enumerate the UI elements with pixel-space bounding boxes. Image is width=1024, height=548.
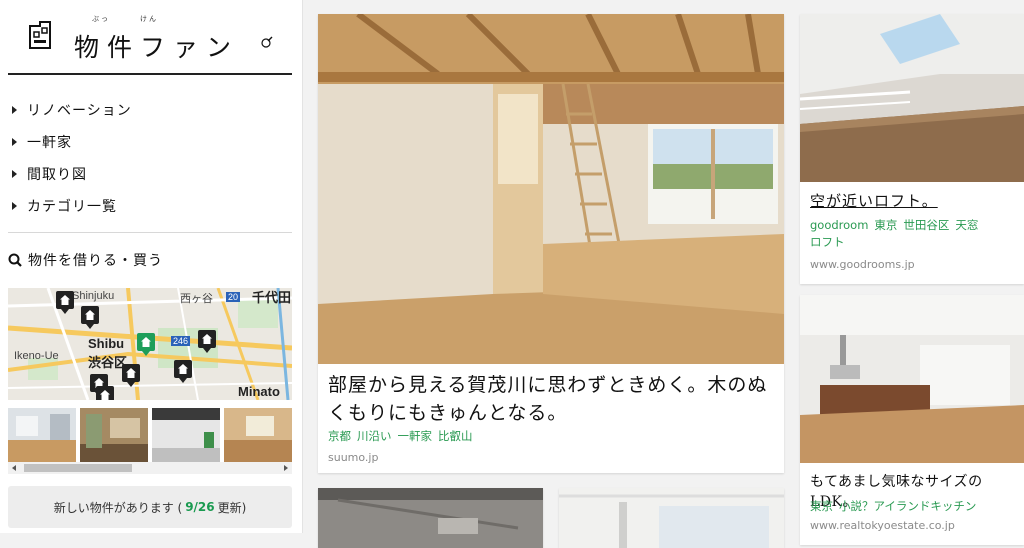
- notice-prefix: 新しい物件があります (: [53, 500, 183, 515]
- search-icon: [8, 253, 22, 267]
- property-photo: [800, 14, 1024, 182]
- property-card[interactable]: [318, 488, 543, 548]
- tag-link[interactable]: 東京: [874, 218, 897, 232]
- property-pin-icon[interactable]: [198, 330, 216, 353]
- property-photo: [559, 488, 784, 548]
- property-pin-icon[interactable]: [56, 291, 74, 314]
- tag-link[interactable]: 川沿い: [357, 429, 392, 443]
- map-label: 西ヶ谷: [180, 293, 213, 305]
- property-photo: [800, 295, 1024, 463]
- card-source: www.goodrooms.jp: [810, 258, 915, 271]
- notice-suffix: 更新): [217, 500, 247, 515]
- scrollbar-thumb[interactable]: [24, 464, 132, 472]
- logo-ruby-1: ぶっ: [92, 15, 110, 23]
- map-label: Ikeno-Ue: [14, 350, 59, 362]
- tag-link[interactable]: 天窓: [955, 218, 978, 232]
- site-logo[interactable]: ぶっ けん 物件ファン: [28, 14, 278, 62]
- property-pin-icon[interactable]: [174, 360, 192, 383]
- sidebar: ぶっ けん 物件ファン リノベーション 一軒家 間取り図 カテゴリ一覧 物件を借…: [0, 0, 303, 533]
- search-heading-label: 物件を借りる・買う: [28, 253, 163, 269]
- tag-link[interactable]: 京都: [328, 429, 351, 443]
- new-properties-notice[interactable]: 新しい物件があります ( 9/26 更新): [8, 486, 292, 528]
- nav-item-label: リノベーション: [27, 103, 132, 119]
- nav-item-house[interactable]: 一軒家: [8, 126, 292, 158]
- pen-icon: [261, 36, 273, 48]
- property-card[interactable]: 空が近いロフト。 goodroom 東京 世田谷区 天窓ロフト www.goodroo…: [800, 14, 1024, 284]
- property-card[interactable]: [559, 488, 784, 548]
- card-source: suumo.jp: [328, 451, 379, 464]
- tag-link[interactable]: 一軒家: [398, 429, 433, 443]
- tag-link[interactable]: 世田谷区: [903, 218, 949, 232]
- nav-item-label: 一軒家: [27, 135, 72, 151]
- tag-link[interactable]: 比叡山: [438, 429, 473, 443]
- thumbnail-image[interactable]: [80, 408, 148, 462]
- notice-count: 9/26: [185, 500, 215, 514]
- scroll-right-icon[interactable]: [284, 465, 288, 471]
- triangle-right-icon: [12, 202, 17, 210]
- thumbnail-scrollbar[interactable]: [8, 462, 292, 474]
- property-thumbnails: [8, 408, 292, 464]
- search-heading: 物件を借りる・買う: [8, 250, 163, 270]
- tag-link[interactable]: 小説？アイランドキッチン: [839, 499, 976, 513]
- tag-link[interactable]: goodroom: [810, 218, 868, 232]
- card-title[interactable]: 空が近いロフト。: [810, 190, 938, 211]
- property-map[interactable]: Shinjuku Shibu 渋谷区 Ikeno-Ue Minato 千代田 西…: [8, 288, 292, 400]
- map-route-badge: 20: [226, 292, 241, 302]
- tag-link[interactable]: ロフト: [810, 235, 845, 249]
- map-label: 千代田: [252, 290, 292, 305]
- card-tags: 東京 小説？アイランドキッチン: [810, 498, 982, 515]
- logo-text: 物件ファン: [74, 33, 240, 62]
- card-title[interactable]: 部屋から見える賀茂川に思わずときめく。木のぬくもりにもきゅんとなる。: [328, 371, 778, 427]
- property-card[interactable]: もてあまし気味なサイズのLDK。 東京 小説？アイランドキッチン www.real…: [800, 295, 1024, 545]
- card-tags: 京都 川沿い 一軒家 比叡山: [328, 428, 479, 445]
- property-photo: [318, 14, 784, 364]
- thumbnail-image[interactable]: [8, 408, 76, 462]
- category-nav: リノベーション 一軒家 間取り図 カテゴリ一覧: [8, 94, 292, 222]
- property-photo: [318, 488, 543, 548]
- nav-item-label: カテゴリ一覧: [27, 199, 117, 215]
- building-logo-icon: [29, 21, 51, 49]
- logo-ruby-2: けん: [140, 15, 158, 23]
- nav-item-renovation[interactable]: リノベーション: [8, 94, 292, 126]
- map-label: Shinjuku: [72, 290, 115, 302]
- map-label: Minato: [238, 384, 280, 399]
- triangle-right-icon: [12, 106, 17, 114]
- property-pin-icon[interactable]: [96, 386, 114, 400]
- nav-item-categories[interactable]: カテゴリ一覧: [8, 190, 292, 222]
- thumbnail-image[interactable]: [224, 408, 292, 462]
- triangle-right-icon: [12, 170, 17, 178]
- tag-link[interactable]: 東京: [810, 499, 833, 513]
- thumbnail-image[interactable]: [152, 408, 220, 462]
- property-card[interactable]: 部屋から見える賀茂川に思わずときめく。木のぬくもりにもきゅんとなる。 京都 川沿い…: [318, 14, 784, 473]
- map-route-badge: 246: [171, 336, 191, 346]
- card-tags: goodroom 東京 世田谷区 天窓ロフト: [810, 217, 1010, 251]
- header-divider: [8, 73, 292, 75]
- map-label: Shibu: [88, 336, 125, 351]
- nav-item-label: 間取り図: [27, 167, 87, 183]
- nav-divider: [8, 232, 292, 233]
- triangle-right-icon: [12, 138, 17, 146]
- card-source: www.realtokyoestate.co.jp: [810, 519, 955, 532]
- station-pin-icon[interactable]: [137, 333, 155, 356]
- nav-item-floorplan[interactable]: 間取り図: [8, 158, 292, 190]
- property-pin-icon[interactable]: [81, 306, 99, 329]
- property-pin-icon[interactable]: [122, 364, 140, 387]
- scroll-left-icon[interactable]: [12, 465, 16, 471]
